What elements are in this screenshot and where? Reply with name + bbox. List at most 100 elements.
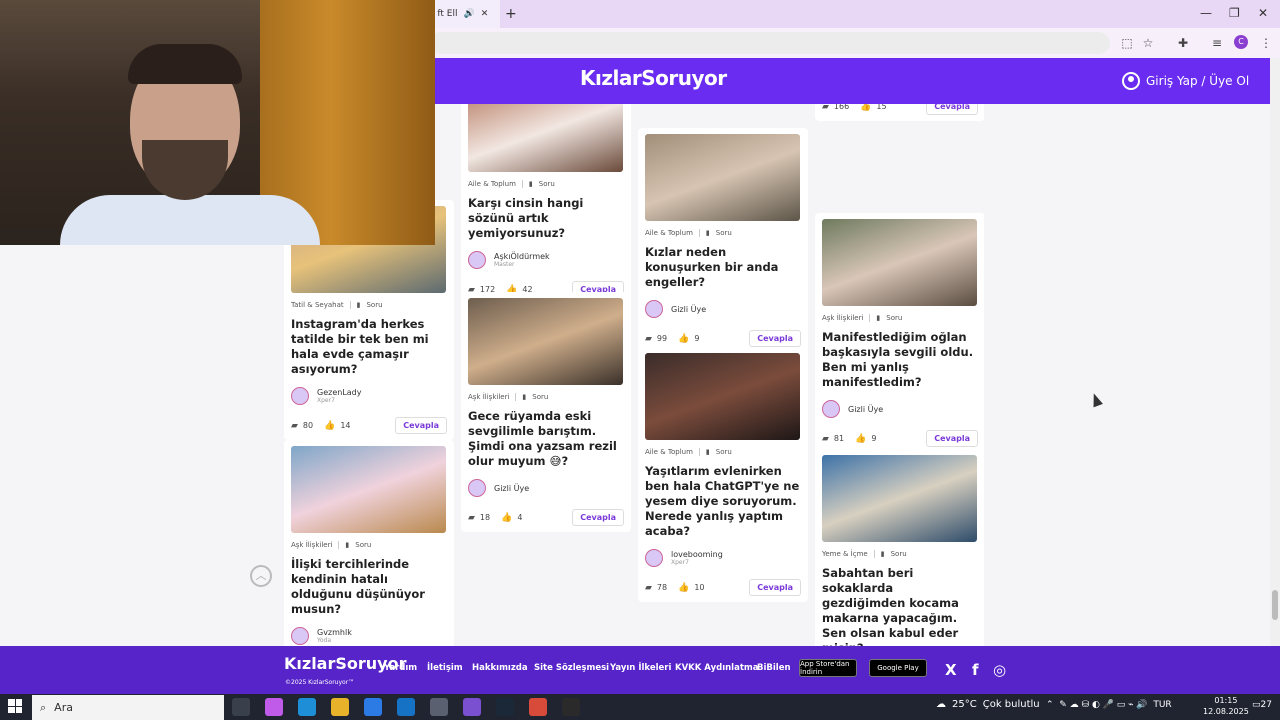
author-name[interactable]: GezenLady [317, 388, 361, 397]
new-tab-button[interactable]: + [505, 6, 517, 22]
facebook-icon[interactable]: f [972, 661, 979, 679]
question-card[interactable]: Yeme & İçme ▮ Soru Sabahtan beri sokakla… [815, 449, 984, 646]
address-bar[interactable] [430, 32, 1110, 54]
store-icon[interactable] [364, 698, 382, 716]
like-icon[interactable]: 👍 [860, 104, 871, 112]
steam-icon[interactable] [496, 698, 514, 716]
question-title[interactable]: Karşı cinsin hangi sözünü artık yemiyors… [468, 196, 624, 241]
question-author[interactable]: Gvzmhlk Yoda [291, 627, 447, 645]
category-label[interactable]: Aşk İlişkileri [468, 393, 509, 401]
category-label[interactable]: Aşk İlişkileri [822, 314, 863, 322]
edge-icon[interactable] [298, 698, 316, 716]
scroll-top-icon[interactable]: ︿ [250, 565, 272, 587]
question-title[interactable]: İlişki tercihlerinde kendinin hatalı old… [291, 557, 447, 617]
question-image[interactable] [822, 219, 977, 306]
category-label[interactable]: Aşk İlişkileri [291, 541, 332, 549]
question-image[interactable] [822, 455, 977, 542]
answer-button[interactable]: Cevapla [926, 104, 978, 115]
question-title[interactable]: Kızlar neden konuşurken bir anda engelle… [645, 245, 801, 290]
question-author[interactable]: Gizli Üye [468, 479, 624, 497]
question-title[interactable]: Yaşıtlarım evlenirken ben hala ChatGPT'y… [645, 464, 801, 539]
language-indicator[interactable]: TUR [1153, 700, 1171, 710]
category-label[interactable]: Tatil & Seyahat [291, 301, 344, 309]
author-name[interactable]: Gizli Üye [671, 305, 706, 314]
question-image[interactable] [291, 446, 446, 533]
app-icon[interactable] [430, 698, 448, 716]
page-scrollbar[interactable] [1270, 58, 1280, 646]
extensions-icon[interactable]: ✚ [1175, 35, 1191, 51]
tab-close-icon[interactable]: ✕ [481, 9, 489, 19]
scrollbar-thumb[interactable] [1272, 590, 1278, 620]
like-icon[interactable]: 👍 [678, 334, 689, 344]
outlook-icon[interactable] [397, 698, 415, 716]
question-card[interactable]: Aşk İlişkileri ▮ Soru İlişki tercihlerin… [284, 440, 454, 646]
author-name[interactable]: lovebooming [671, 550, 723, 559]
question-title[interactable]: Manifestlediğim oğlan başkasıyla sevgili… [822, 330, 978, 390]
question-title[interactable]: Instagram'da herkes tatilde bir tek ben … [291, 317, 447, 377]
author-name[interactable]: Gizli Üye [848, 405, 883, 414]
footer-link-kvkk[interactable]: KVKK Aydınlatma [675, 663, 758, 673]
profile-avatar[interactable]: C [1234, 35, 1248, 49]
footer-link-contact[interactable]: İletişim [427, 663, 463, 673]
minimize-button[interactable]: — [1200, 6, 1212, 20]
author-name[interactable]: AşkıÖldürmek [494, 252, 550, 261]
menu-dots-icon[interactable]: ⋮ [1258, 35, 1274, 51]
taskbar-search[interactable]: ⌕ Ara [32, 695, 224, 720]
question-author[interactable]: lovebooming Xper7 [645, 549, 801, 567]
task-view-icon[interactable] [232, 698, 250, 716]
discord-icon[interactable] [463, 698, 481, 716]
question-title[interactable]: Gece rüyamda eski sevgilimle barıştım. Ş… [468, 409, 624, 469]
notification-badge[interactable]: ▭27 [1252, 700, 1272, 710]
question-card[interactable]: Aşk İlişkileri ▮ Soru Gece rüyamda eski … [461, 292, 631, 532]
answer-button[interactable]: Cevapla [749, 330, 801, 347]
question-card[interactable]: Aile & Toplum ▮ Soru Karşı cinsin hangi … [461, 104, 631, 304]
app-store-badge[interactable]: App Store'dan İndirin [799, 659, 857, 677]
question-image[interactable] [468, 298, 623, 385]
login-button[interactable]: Giriş Yap / Üye Ol [1122, 72, 1249, 90]
weather-widget[interactable]: ☁ 25°C Çok bulutlu [936, 699, 1040, 710]
footer-link-publishing[interactable]: Yayın İlkeleri [610, 663, 671, 673]
question-author[interactable]: GezenLady Xper7 [291, 387, 447, 405]
like-icon[interactable]: 👍 [855, 434, 866, 444]
file-explorer-icon[interactable] [331, 698, 349, 716]
question-card[interactable]: Aşk İlişkileri ▮ Soru Manifestlediğim oğ… [815, 213, 984, 453]
tray-icons[interactable]: ✎ ☁ ⛁ ◐ 🎤 ▭ ⌁ 🔊 [1056, 700, 1150, 710]
footer-link-terms[interactable]: Site Sözleşmesi [534, 663, 609, 673]
windows-start-icon[interactable] [8, 699, 22, 713]
x-social-icon[interactable]: X [945, 661, 957, 679]
category-label[interactable]: Yeme & İçme [822, 550, 868, 558]
bookmark-star-icon[interactable]: ☆ [1140, 35, 1156, 51]
like-icon[interactable]: 👍 [501, 513, 512, 523]
restore-button[interactable]: ❐ [1229, 6, 1240, 20]
question-image[interactable] [645, 353, 800, 440]
system-tray[interactable]: ⌃ ✎ ☁ ⛁ ◐ 🎤 ▭ ⌁ 🔊 TUR [1046, 700, 1172, 710]
author-name[interactable]: Gvzmhlk [317, 628, 352, 637]
chevron-up-icon[interactable]: ⌃ [1046, 700, 1054, 710]
answer-button[interactable]: Cevapla [572, 509, 624, 526]
question-image[interactable] [468, 104, 623, 172]
category-label[interactable]: Aile & Toplum [645, 229, 693, 237]
answer-button[interactable]: Cevapla [926, 430, 978, 447]
question-card[interactable]: sevgilimi arabama küstü diyor. Sevgilimi… [815, 104, 984, 121]
like-icon[interactable]: 👍 [678, 583, 689, 593]
question-title[interactable]: Sabahtan beri sokaklarda gezdiğimden koc… [822, 566, 978, 646]
copilot-icon[interactable] [265, 698, 283, 716]
media-control-icon[interactable]: ≡ [1209, 35, 1225, 51]
footer-link-about[interactable]: Hakkımızda [472, 663, 528, 673]
question-image[interactable] [645, 134, 800, 221]
like-icon[interactable]: 👍 [324, 421, 335, 431]
answer-button[interactable]: Cevapla [749, 579, 801, 596]
install-app-icon[interactable]: ⬚ [1119, 35, 1135, 51]
category-label[interactable]: Aile & Toplum [645, 448, 693, 456]
google-play-badge[interactable]: Google Play [869, 659, 927, 677]
question-card[interactable]: Aile & Toplum ▮ Soru Yaşıtlarım evlenirk… [638, 347, 808, 602]
close-window-button[interactable]: ✕ [1258, 6, 1268, 20]
author-name[interactable]: Gizli Üye [494, 484, 529, 493]
footer-link-help[interactable]: Yardım [384, 663, 417, 673]
question-author[interactable]: AşkıÖldürmek Master [468, 251, 624, 269]
instagram-icon[interactable]: ◎ [993, 661, 1006, 679]
taskbar-clock[interactable]: 01:15 12.08.2025 [1203, 695, 1249, 717]
chrome-icon[interactable] [529, 698, 547, 716]
question-author[interactable]: Gizli Üye [822, 400, 978, 418]
question-card[interactable]: Aile & Toplum ▮ Soru Kızlar neden konuşu… [638, 128, 808, 353]
